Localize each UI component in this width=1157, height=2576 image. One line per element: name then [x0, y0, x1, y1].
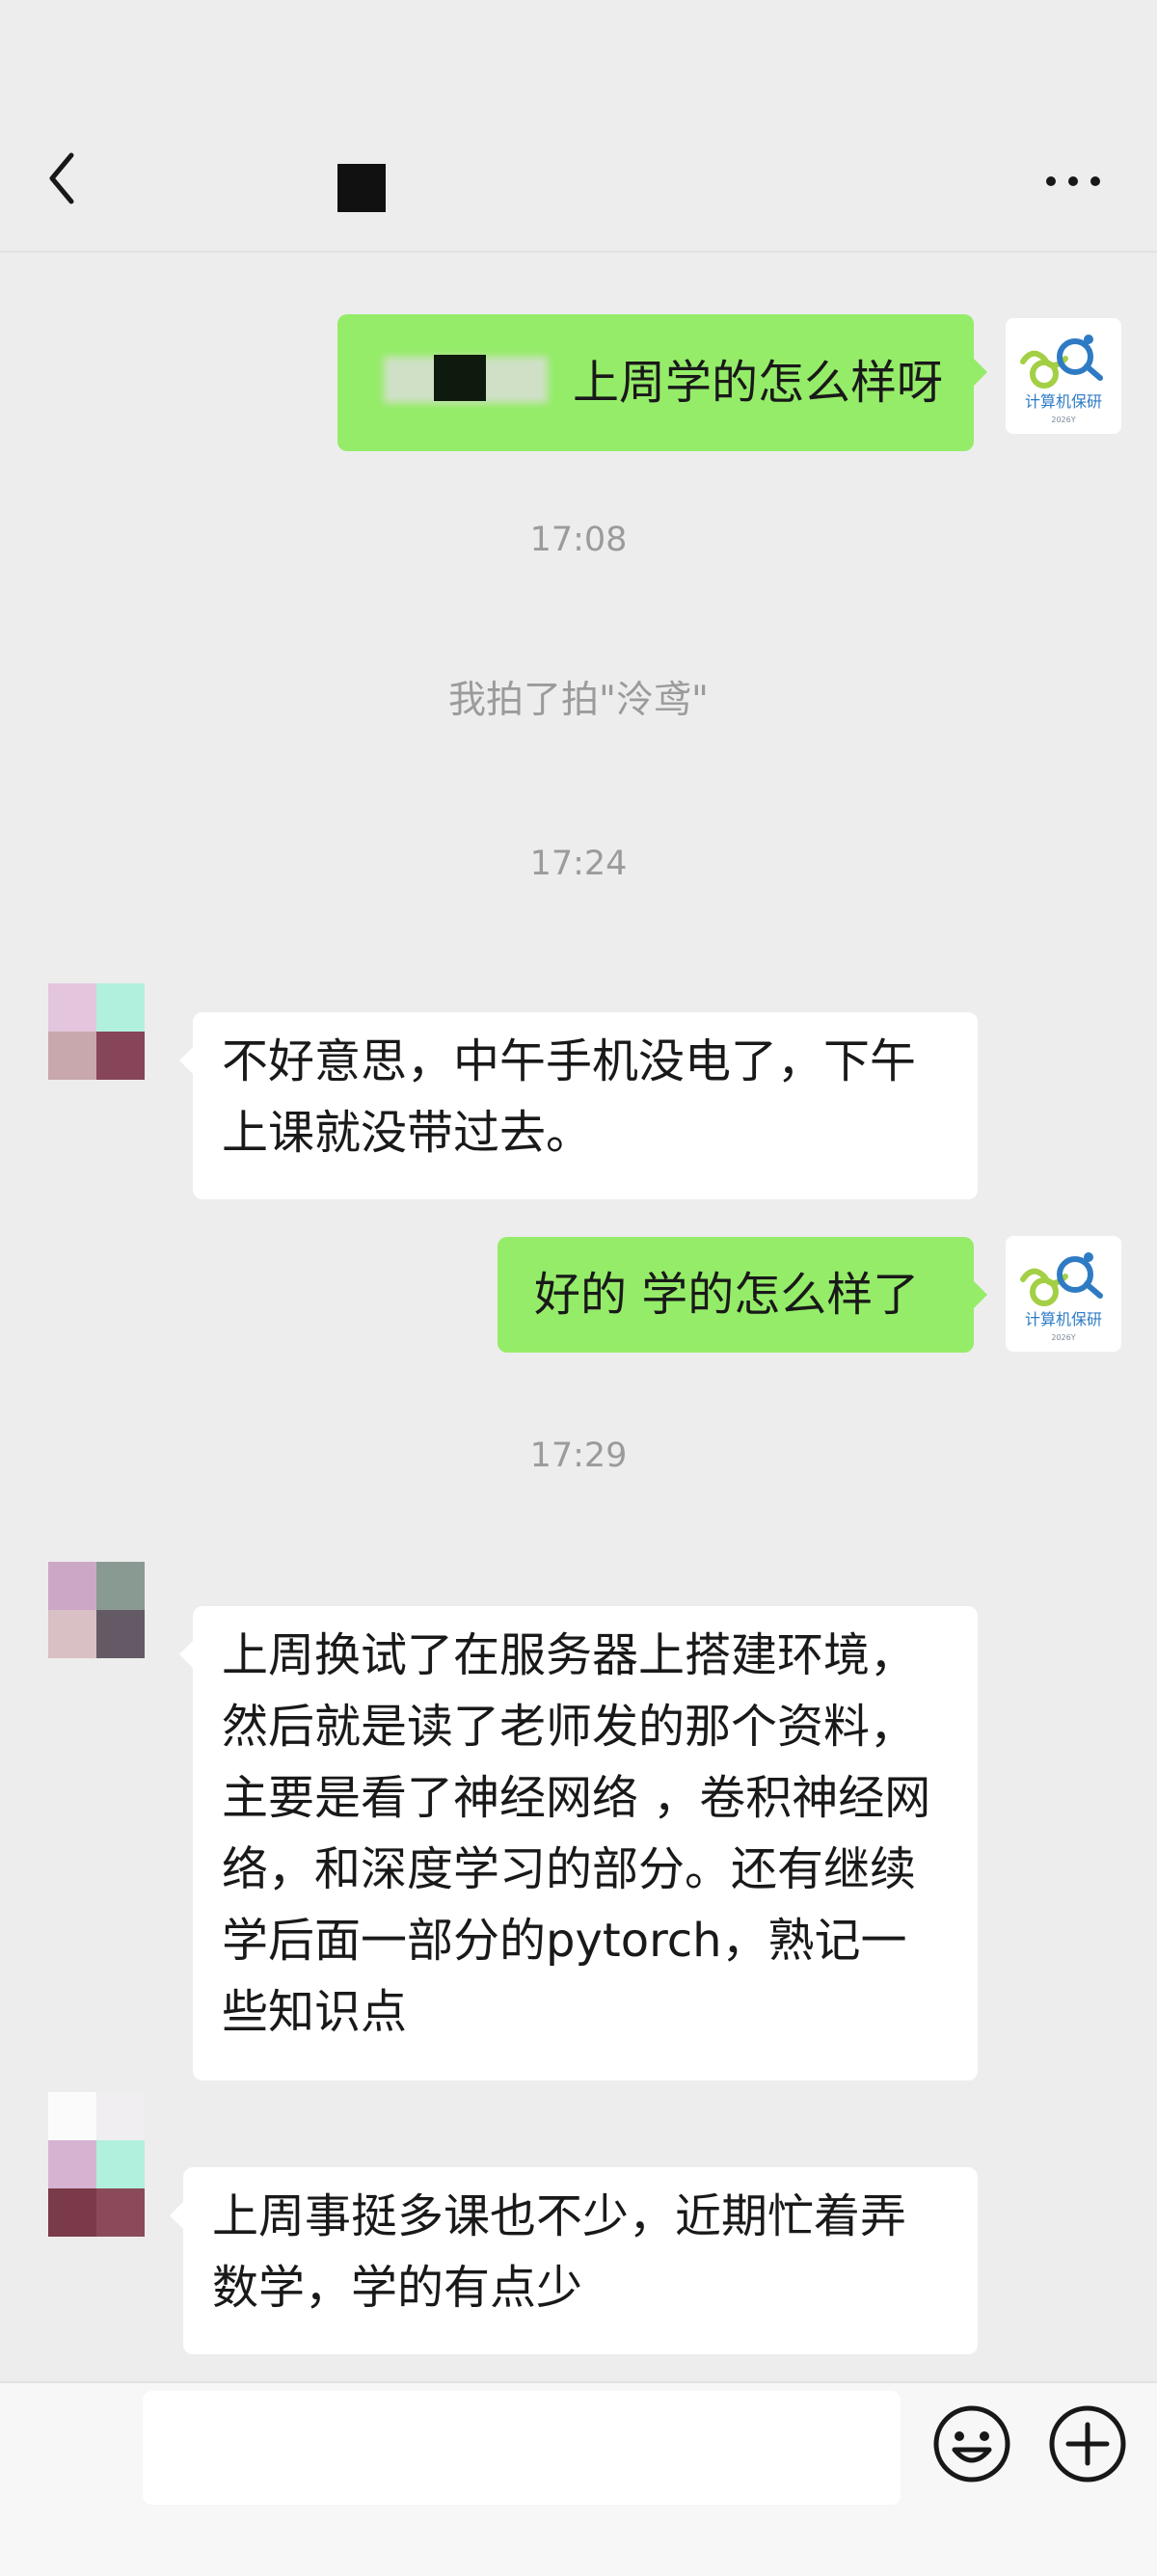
- plus-circle-icon[interactable]: [1047, 2403, 1128, 2484]
- message-text: 不好意思，中午手机没电了，下午上课就没带过去。: [222, 1034, 917, 1160]
- smile-emoji-icon[interactable]: [931, 2403, 1012, 2484]
- chat-header: [0, 0, 1157, 253]
- timestamp: 17:08: [529, 521, 628, 559]
- self-avatar[interactable]: 计算机保研 2026Y: [1006, 1236, 1121, 1352]
- timestamp: 17:29: [529, 1436, 628, 1475]
- timestamp: 17:24: [529, 845, 628, 883]
- message-bubble-incoming[interactable]: 不好意思，中午手机没电了，下午上课就没带过去。: [179, 1012, 978, 1199]
- avatar-label: 计算机保研: [1025, 392, 1102, 411]
- contact-avatar[interactable]: [48, 2092, 145, 2188]
- message-bubble-outgoing[interactable]: 好的 学的怎么样了: [498, 1237, 987, 1353]
- system-message: 我拍了拍"泠鸢": [448, 679, 709, 722]
- message-bubble-outgoing[interactable]: 上周学的怎么样呀: [337, 314, 987, 451]
- chat-title-redacted: [337, 164, 386, 212]
- more-dots-icon[interactable]: [1041, 162, 1105, 201]
- message-text: 好的 学的怎么样了: [534, 1268, 920, 1322]
- avatar-label: 计算机保研: [1025, 1310, 1102, 1328]
- message-text: 上周换试了在服务器上搭建环境，然后就是读了老师发的那个资料，主要是看了神经网络 …: [222, 1628, 931, 2039]
- back-arrow-icon[interactable]: [42, 149, 91, 207]
- contact-avatar[interactable]: [48, 983, 145, 1080]
- message-bubble-incoming[interactable]: 上周事挺多课也不少，近期忙着弄数学，学的有点少: [170, 2167, 978, 2354]
- avatar-sublabel: 2026Y: [1051, 416, 1075, 424]
- contact-avatar-lower: [48, 2188, 145, 2237]
- message-input[interactable]: [143, 2391, 901, 2505]
- message-text: 上周学的怎么样呀: [573, 356, 944, 410]
- message-text: 上周事挺多课也不少，近期忙着弄数学，学的有点少: [212, 2189, 907, 2315]
- avatar-sublabel: 2026Y: [1051, 1333, 1075, 1342]
- contact-avatar[interactable]: [48, 1562, 145, 1658]
- self-avatar[interactable]: 计算机保研 2026Y: [1006, 318, 1121, 434]
- message-bubble-incoming[interactable]: 上周换试了在服务器上搭建环境，然后就是读了老师发的那个资料，主要是看了神经网络 …: [179, 1606, 978, 2080]
